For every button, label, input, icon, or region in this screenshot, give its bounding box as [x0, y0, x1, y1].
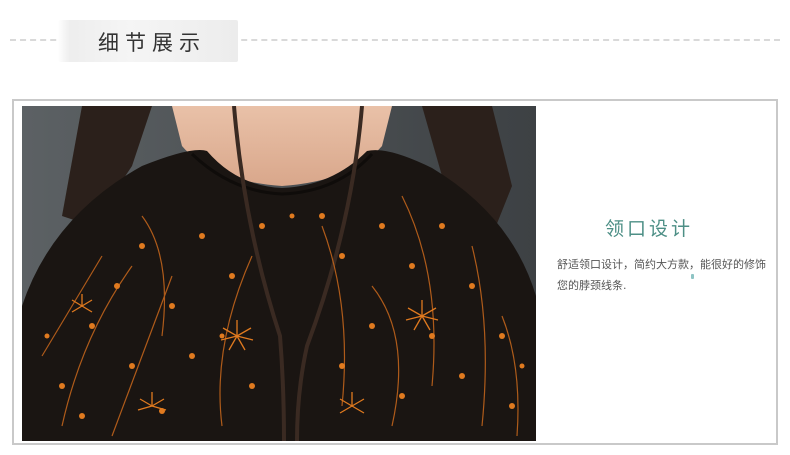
- product-detail-photo: [22, 106, 536, 441]
- feature-title: 领口设计: [605, 218, 694, 240]
- section-title: 细节展示: [98, 31, 206, 55]
- feature-description: 舒适领口设计，简约大方款，能很好的修饰您的脖颈线条.: [557, 258, 766, 292]
- decorative-mark: [691, 274, 694, 279]
